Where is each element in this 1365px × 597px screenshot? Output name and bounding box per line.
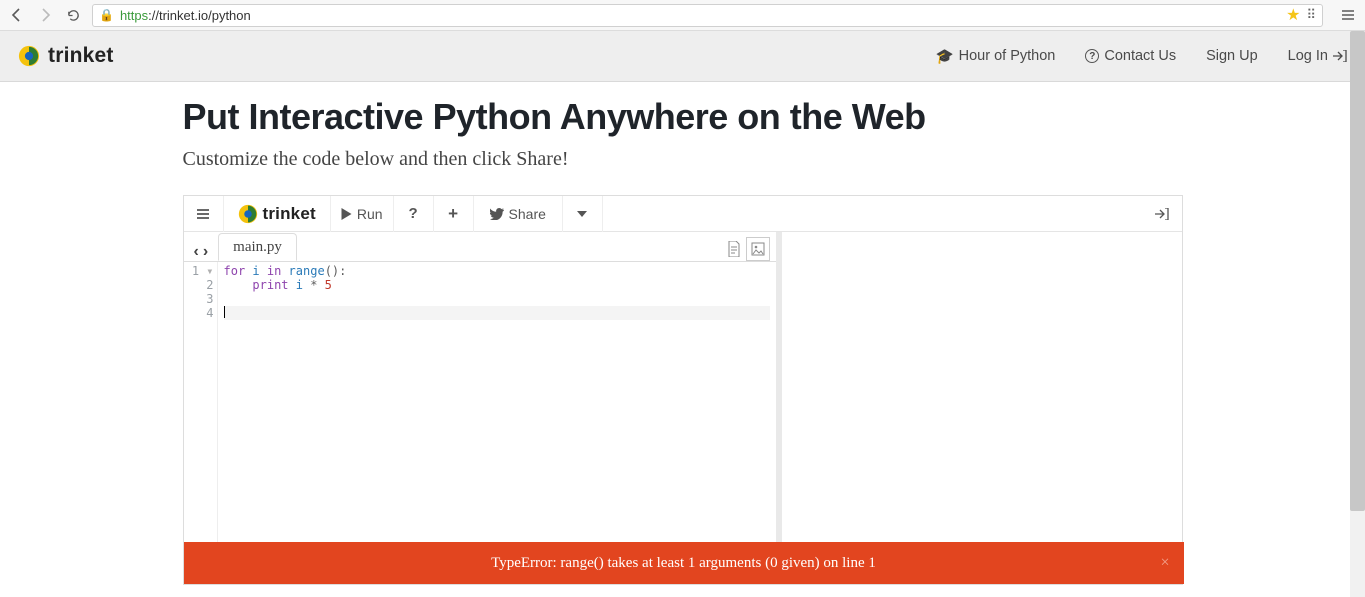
nav-hour-of-python[interactable]: 🎓 Hour of Python	[936, 48, 1056, 65]
nav-label: Log In	[1288, 48, 1328, 64]
embed-brand[interactable]: trinket	[224, 196, 331, 232]
chrome-menu-button[interactable]	[1339, 6, 1357, 24]
trinket-logo-icon	[238, 204, 258, 224]
nav-label: Hour of Python	[959, 48, 1056, 64]
fullscreen-button[interactable]	[1142, 196, 1182, 232]
site-topnav: trinket 🎓 Hour of Python ? Contact Us Si…	[0, 31, 1365, 82]
browser-toolbar: 🔒 https://trinket.io/python ★ ⠿	[0, 0, 1365, 31]
share-button[interactable]: Share	[474, 196, 563, 232]
file-tab-label: main.py	[233, 239, 282, 256]
expand-icon	[1155, 208, 1169, 220]
dropdown-button[interactable]	[563, 196, 603, 232]
image-file-icon[interactable]	[746, 237, 770, 261]
reload-button[interactable]	[64, 6, 82, 24]
trinket-embed: trinket Run ? + Share	[183, 195, 1183, 585]
line-gutter: 1 ▾ 2 3 4	[184, 262, 218, 584]
text-cursor	[224, 306, 225, 318]
output-area	[782, 232, 1182, 558]
caret-down-icon	[577, 211, 587, 217]
next-file-button[interactable]: ›	[203, 243, 208, 261]
graduation-cap-icon: 🎓	[936, 48, 954, 65]
share-label: Share	[509, 206, 546, 222]
code-body[interactable]: for i in range(): print i * 5	[218, 262, 776, 584]
embed-toolbar: trinket Run ? + Share	[184, 196, 1182, 232]
error-close-button[interactable]: ×	[1160, 554, 1169, 572]
embed-brand-name: trinket	[263, 204, 316, 224]
url-text: https://trinket.io/python	[120, 8, 1280, 23]
code-editor[interactable]: 1 ▾ 2 3 4 for i in range(): print i * 5	[184, 262, 776, 584]
error-message: TypeError: range() takes at least 1 argu…	[491, 555, 876, 572]
run-label: Run	[357, 206, 383, 222]
error-banner: TypeError: range() takes at least 1 argu…	[184, 542, 1184, 584]
file-tab-main[interactable]: main.py	[218, 233, 297, 261]
translate-icon[interactable]: ⠿	[1306, 7, 1316, 23]
twitter-bird-icon	[490, 208, 504, 220]
nav-sign-up[interactable]: Sign Up	[1206, 48, 1258, 64]
site-brand[interactable]: trinket	[18, 44, 114, 68]
editor-pane: ‹ › main.py 1 ▾	[184, 232, 782, 584]
play-icon	[341, 208, 352, 220]
forward-button	[36, 6, 54, 24]
nav-contact-us[interactable]: ? Contact Us	[1085, 48, 1176, 64]
text-file-icon[interactable]	[722, 237, 746, 261]
editor-tab-bar: ‹ › main.py	[184, 232, 776, 262]
add-button[interactable]: +	[434, 196, 474, 232]
trinket-logo-icon	[18, 45, 40, 67]
back-button[interactable]	[8, 6, 26, 24]
bookmark-star-icon[interactable]: ★	[1286, 5, 1300, 25]
page-subtitle: Customize the code below and then click …	[183, 148, 1183, 171]
page-title: Put Interactive Python Anywhere on the W…	[183, 96, 1183, 138]
question-circle-icon: ?	[1085, 49, 1099, 63]
output-pane: Powered by trinket	[782, 232, 1182, 584]
scrollbar-thumb[interactable]	[1350, 31, 1365, 511]
login-arrow-icon	[1333, 50, 1347, 62]
nav-label: Contact Us	[1104, 48, 1176, 64]
lock-icon: 🔒	[99, 8, 114, 22]
page-scrollbar[interactable]	[1350, 31, 1365, 597]
help-button[interactable]: ?	[394, 196, 434, 232]
nav-log-in[interactable]: Log In	[1288, 48, 1347, 64]
embed-menu-button[interactable]	[184, 196, 224, 232]
address-bar[interactable]: 🔒 https://trinket.io/python ★ ⠿	[92, 4, 1323, 27]
prev-file-button[interactable]: ‹	[194, 243, 199, 261]
run-button[interactable]: Run	[331, 196, 394, 232]
nav-label: Sign Up	[1206, 48, 1258, 64]
brand-name: trinket	[48, 44, 114, 68]
